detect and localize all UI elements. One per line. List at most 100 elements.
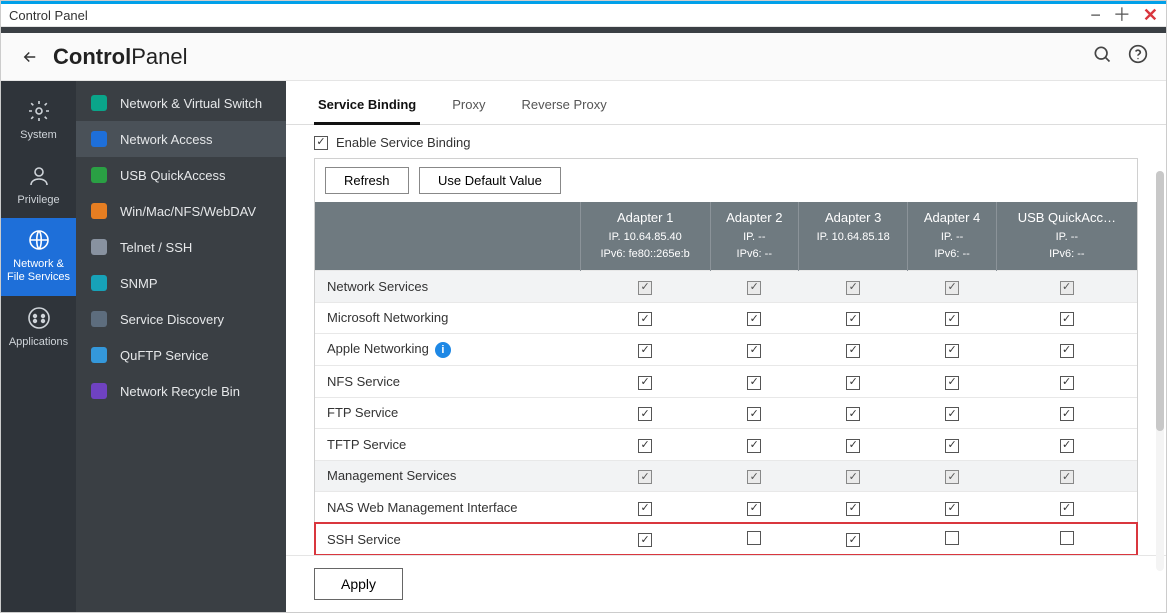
- sidebar-item-applications[interactable]: Applications: [1, 296, 76, 361]
- binding-checkbox[interactable]: [846, 344, 860, 358]
- search-icon[interactable]: [1092, 44, 1112, 69]
- binding-checkbox[interactable]: [1060, 439, 1074, 453]
- window-controls: − ＋ ✕: [1090, 6, 1158, 24]
- binding-checkbox[interactable]: [747, 502, 761, 516]
- binding-cell: [908, 397, 996, 429]
- binding-checkbox[interactable]: [846, 407, 860, 421]
- subnav-item-network-virtual-switch[interactable]: Network & Virtual Switch: [76, 85, 286, 121]
- binding-checkbox[interactable]: [747, 407, 761, 421]
- binding-checkbox[interactable]: [846, 502, 860, 516]
- tab-proxy[interactable]: Proxy: [448, 91, 489, 125]
- table-row: Apple Networkingi: [315, 334, 1137, 366]
- apply-button[interactable]: Apply: [314, 568, 403, 600]
- binding-cell: [710, 334, 798, 366]
- binding-checkbox[interactable]: [846, 439, 860, 453]
- subnav-item-snmp[interactable]: SNMP: [76, 265, 286, 301]
- subnav-label: USB QuickAccess: [120, 168, 225, 183]
- binding-cell: [798, 271, 908, 303]
- maximize-icon[interactable]: ＋: [1113, 6, 1131, 24]
- subnav-item-network-access[interactable]: Network Access: [76, 121, 286, 157]
- table-row: Microsoft Networking: [315, 302, 1137, 334]
- content-footer: Apply: [286, 555, 1166, 612]
- sidebar-item-system[interactable]: System: [1, 89, 76, 154]
- binding-checkbox[interactable]: [638, 439, 652, 453]
- binding-checkbox[interactable]: [1060, 344, 1074, 358]
- binding-cell: [908, 302, 996, 334]
- binding-checkbox[interactable]: [638, 376, 652, 390]
- help-icon[interactable]: [1128, 44, 1148, 69]
- close-icon[interactable]: ✕: [1143, 6, 1158, 24]
- sidebar-label: Network & File Services: [5, 258, 72, 283]
- table-row: NAS Web Management Interface: [315, 492, 1137, 524]
- binding-checkbox[interactable]: [638, 312, 652, 326]
- binding-cell: [580, 429, 710, 461]
- binding-cell: [996, 429, 1137, 461]
- binding-checkbox[interactable]: [945, 407, 959, 421]
- binding-checkbox[interactable]: [638, 502, 652, 516]
- binding-checkbox[interactable]: [747, 312, 761, 326]
- subnav-item-telnet-ssh[interactable]: Telnet / SSH: [76, 229, 286, 265]
- window-titlebar: Control Panel − ＋ ✕: [1, 1, 1166, 27]
- binding-checkbox[interactable]: [747, 376, 761, 390]
- binding-checkbox[interactable]: [945, 439, 959, 453]
- category-sidebar: System Privilege Network & File Services…: [1, 81, 76, 612]
- binding-checkbox[interactable]: [846, 312, 860, 326]
- binding-checkbox[interactable]: [1060, 376, 1074, 390]
- binding-checkbox[interactable]: [945, 502, 959, 516]
- binding-cell: [996, 397, 1137, 429]
- binding-cell: [798, 302, 908, 334]
- subnav-item-win-mac-nfs-webdav[interactable]: Win/Mac/NFS/WebDAV: [76, 193, 286, 229]
- subnav-item-service-discovery[interactable]: Service Discovery: [76, 301, 286, 337]
- binding-checkbox[interactable]: [747, 439, 761, 453]
- enable-service-binding-checkbox[interactable]: [314, 136, 328, 150]
- binding-checkbox[interactable]: [945, 312, 959, 326]
- col-usb-quickaccess: USB QuickAcc…IP. --IPv6: --: [996, 202, 1137, 271]
- service-name-cell: FTP Service: [315, 397, 580, 429]
- subnav-item-usb-quickaccess[interactable]: USB QuickAccess: [76, 157, 286, 193]
- binding-checkbox[interactable]: [747, 344, 761, 358]
- binding-checkbox: [747, 281, 761, 295]
- binding-checkbox[interactable]: [846, 533, 860, 547]
- binding-checkbox[interactable]: [945, 376, 959, 390]
- brand-light: Panel: [131, 44, 187, 69]
- tab-reverse-proxy[interactable]: Reverse Proxy: [517, 91, 610, 125]
- col-service: [315, 202, 580, 271]
- back-button[interactable]: [19, 46, 41, 68]
- sidebar-item-privilege[interactable]: Privilege: [1, 154, 76, 219]
- binding-checkbox: [638, 281, 652, 295]
- binding-checkbox[interactable]: [1060, 312, 1074, 326]
- service-name-cell: Microsoft Networking: [315, 302, 580, 334]
- binding-cell: [996, 492, 1137, 524]
- brand-bold: Control: [53, 44, 131, 69]
- use-default-value-button[interactable]: Use Default Value: [419, 167, 561, 194]
- refresh-button[interactable]: Refresh: [325, 167, 409, 194]
- binding-checkbox[interactable]: [1060, 531, 1074, 545]
- binding-checkbox[interactable]: [638, 533, 652, 547]
- info-icon[interactable]: i: [435, 342, 451, 358]
- tab-service-binding[interactable]: Service Binding: [314, 91, 420, 125]
- binding-checkbox[interactable]: [945, 531, 959, 545]
- binding-cell: [996, 366, 1137, 398]
- binding-cell: [710, 429, 798, 461]
- binding-checkbox[interactable]: [945, 344, 959, 358]
- binding-cell: [908, 334, 996, 366]
- table-toolbar: Refresh Use Default Value: [315, 159, 1137, 202]
- scrollbar-thumb[interactable]: [1156, 171, 1164, 431]
- binding-checkbox[interactable]: [638, 344, 652, 358]
- scrollbar[interactable]: [1156, 171, 1164, 571]
- binding-checkbox[interactable]: [1060, 407, 1074, 421]
- binding-checkbox[interactable]: [638, 407, 652, 421]
- binding-cell: [908, 492, 996, 524]
- minimize-icon[interactable]: −: [1090, 6, 1101, 24]
- binding-checkbox: [945, 470, 959, 484]
- subnav-item-network-recycle-bin[interactable]: Network Recycle Bin: [76, 373, 286, 409]
- binding-checkbox: [747, 470, 761, 484]
- subnav-item-quftp-service[interactable]: QuFTP Service: [76, 337, 286, 373]
- sidebar-label: Applications: [5, 336, 72, 349]
- binding-checkbox[interactable]: [747, 531, 761, 545]
- sidebar-item-network-file-services[interactable]: Network & File Services: [1, 218, 76, 295]
- binding-cell: [798, 492, 908, 524]
- col-adapter-1: Adapter 1IP. 10.64.85.40IPv6: fe80::265e…: [580, 202, 710, 271]
- binding-checkbox[interactable]: [846, 376, 860, 390]
- binding-checkbox[interactable]: [1060, 502, 1074, 516]
